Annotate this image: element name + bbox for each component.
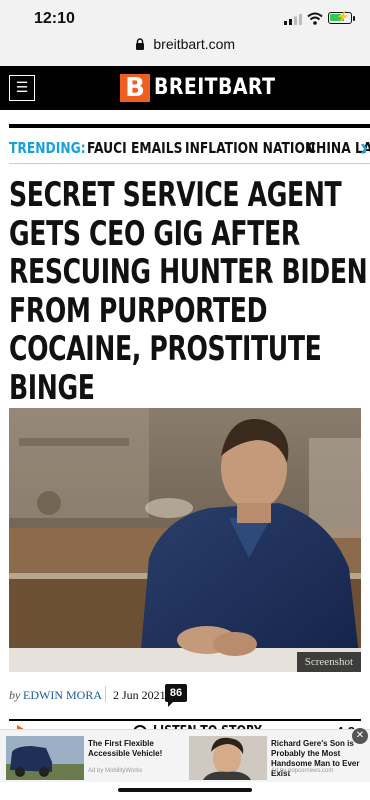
lock-icon (135, 38, 144, 50)
battery-icon: ⚡ (328, 11, 352, 24)
cellular-signal-icon (284, 14, 302, 25)
trending-bar: TRENDING: FAUCI EMAILS INFLATION NATION … (9, 124, 370, 164)
menu-button[interactable]: ☰ (9, 75, 35, 101)
close-icon[interactable]: ✕ (352, 728, 368, 744)
byline-divider (105, 686, 106, 702)
trending-item-fauci-emails[interactable]: FAUCI EMAILS (87, 139, 182, 157)
site-header: ☰ B BREITBART (0, 66, 370, 110)
address-bar[interactable]: breitbart.com (0, 34, 370, 66)
home-indicator[interactable] (118, 788, 252, 792)
url-text: breitbart.com (153, 36, 236, 52)
ad-source: Ad by popcornews.com (271, 768, 334, 774)
status-time: 12:10 (34, 10, 75, 27)
article-headline: SECRET SERVICE AGENT GETS CEO GIG AFTER … (9, 175, 368, 408)
trending-item-inflation-nation[interactable]: INFLATION NATION (185, 139, 315, 157)
ad-item-celebrity[interactable]: Richard Gere's Son is Probably the Most … (189, 736, 369, 780)
logo-mark: B (120, 74, 150, 102)
article-photo[interactable]: Screenshot (9, 408, 361, 672)
ad-source: Ad by MobilityWorks (88, 768, 143, 774)
ad-item-vehicle[interactable]: The First Flexible Accessible Vehicle! A… (6, 736, 186, 780)
hamburger-icon: ☰ (15, 79, 29, 95)
photo-illustration (9, 408, 361, 672)
ad-title: The First Flexible Accessible Vehicle! (88, 739, 163, 758)
ad-thumbnail-van (6, 736, 84, 780)
trending-label: TRENDING: (9, 139, 86, 157)
home-indicator-area (0, 782, 370, 800)
photo-caption: Screenshot (296, 652, 361, 672)
status-bar: 12:10 ⚡ (0, 0, 370, 34)
author-link[interactable]: EDWIN MORA (23, 688, 102, 703)
wifi-icon (307, 12, 323, 25)
site-logo[interactable]: B BREITBART (120, 74, 295, 102)
comment-count-badge[interactable]: 86 (165, 684, 187, 707)
byline-prefix: by (9, 688, 21, 702)
logo-text: BREITBART (154, 75, 276, 100)
article-byline: by EDWIN MORA 2 Jun 2021 86 (9, 684, 361, 708)
publish-date: 2 Jun 2021 (113, 688, 166, 702)
ad-banner: The First Flexible Accessible Vehicle! A… (0, 728, 370, 782)
chevron-right-icon[interactable]: › (360, 134, 368, 162)
ad-thumbnail-portrait (189, 736, 267, 780)
